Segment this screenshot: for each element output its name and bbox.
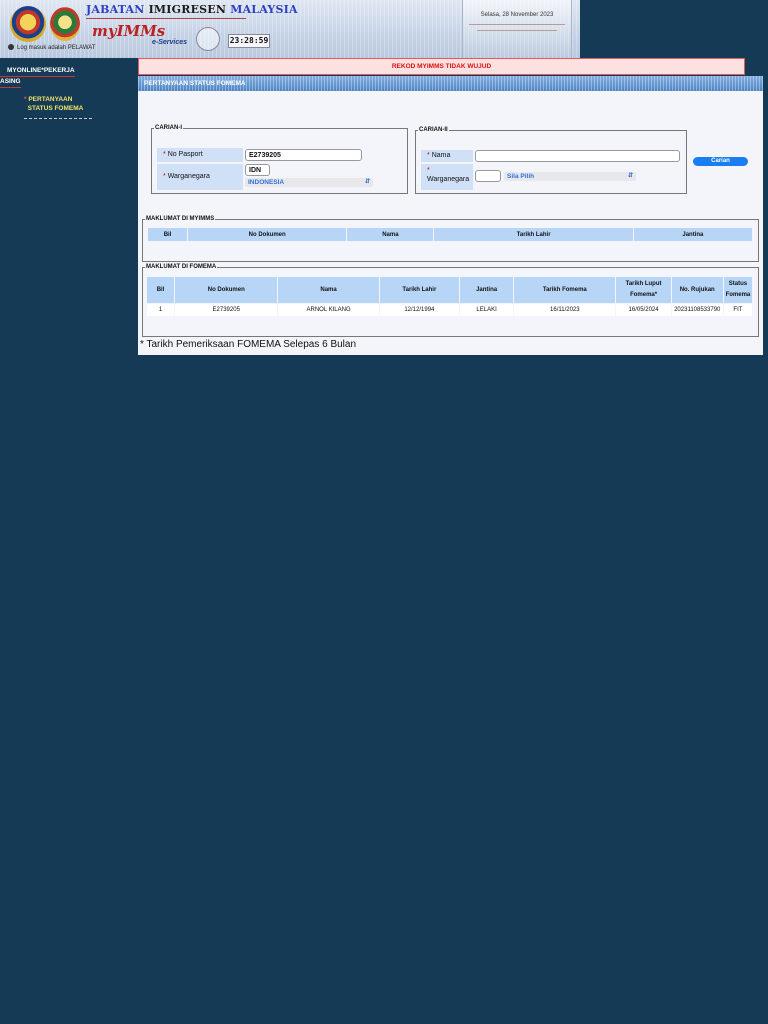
search-panel-2-legend: CARIAN-II: [419, 127, 448, 133]
required-marker: *: [163, 173, 166, 180]
sidebar-heading-line1[interactable]: MYONLINE*PEKERJA: [0, 66, 75, 77]
fomema-table: Bil No Dokumen Nama Tarikh Lahir Jantina…: [146, 276, 753, 317]
column-header: Nama: [278, 277, 379, 303]
column-header: Nama: [347, 228, 434, 241]
table-cell: FIT: [723, 304, 752, 316]
search-button[interactable]: Carian: [693, 157, 748, 166]
myimms-info-legend: MAKLUMAT DI MYIMMS: [146, 216, 215, 222]
table-row: 1 E2739205 ARNOL KILANG 12/12/1994 LELAK…: [147, 304, 752, 316]
app-subtitle: e-Services: [152, 39, 188, 46]
column-header: Tarikh Luput Fomema*: [616, 277, 671, 303]
column-header: Tarikh Lahir: [434, 228, 633, 241]
page-title: PERTANYAAN STATUS FOMEMA: [144, 80, 246, 87]
sidebar-item-label[interactable]: PERTANYAAN: [28, 96, 72, 103]
search-panel-1: CARIAN-I * No Pasport E2739205 * Wargane…: [151, 125, 408, 194]
required-marker: *: [427, 152, 430, 159]
nationality-code-input-2[interactable]: [475, 170, 501, 182]
agency-name: JABATAN IMIGRESEN MALAYSIA: [86, 3, 298, 16]
login-status: Log masuk adalah PELAWAT: [8, 44, 95, 51]
myimms-table: Bil No Dokumen Nama Tarikh Lahir Jantina: [147, 227, 753, 242]
nationality-label: * Warganegara: [157, 164, 243, 190]
agency-word-2: IMIGRESEN: [148, 3, 227, 16]
nationality-label-text: Warganegara: [167, 173, 210, 180]
clock-display: 23:28:59: [228, 34, 270, 48]
nationality-label-2: * Warganegara: [421, 164, 473, 190]
table-cell: 1: [147, 304, 175, 316]
header-banner: JABATAN IMIGRESEN MALAYSIA myIMMs e-Serv…: [0, 0, 580, 58]
column-header: Bil: [147, 277, 175, 303]
main-panel: PERTANYAAN STATUS FOMEMA CARIAN-I * No P…: [138, 76, 763, 355]
user-icon: [8, 44, 14, 50]
nationality-select-value: INDONESIA: [248, 179, 285, 186]
login-status-text: Log masuk adalah PELAWAT: [17, 45, 96, 51]
sidebar-item-label[interactable]: STATUS FOMEMA: [28, 105, 84, 112]
column-header: No. Rujukan: [671, 277, 723, 303]
fomema-info-legend: MAKLUMAT DI FOMEMA: [146, 264, 217, 270]
nationality-select[interactable]: INDONESIA ⇵: [245, 178, 373, 187]
sidebar-item-pertanyaan-status-fomema[interactable]: * PERTANYAAN STATUS FOMEMA: [24, 95, 83, 113]
date-divider: [469, 24, 565, 25]
nationality-select-2-value: Sila Pilih: [507, 173, 535, 180]
name-input[interactable]: [475, 150, 680, 162]
table-cell: 16/11/2023: [514, 304, 616, 316]
passport-input[interactable]: E2739205: [245, 149, 362, 161]
column-header: Tarikh Lahir: [379, 277, 459, 303]
sidebar-heading[interactable]: MYONLINE*PEKERJA ASING: [0, 66, 75, 88]
table-cell: 20231108533790: [671, 304, 723, 316]
select-arrows-icon: ⇵: [364, 179, 370, 185]
date-panel: Selasa, 28 November 2023: [462, 0, 572, 58]
agency-word-3: MALAYSIA: [230, 3, 298, 16]
nationality-label-text: Warganegara: [427, 176, 470, 183]
table-cell: ARNOL KILANG: [278, 304, 379, 316]
nationality-code-input[interactable]: IDN: [245, 164, 270, 176]
app-name: myIMMs: [92, 22, 166, 40]
table-cell: 12/12/1994: [379, 304, 459, 316]
column-header: Tarikh Fomema: [514, 277, 616, 303]
column-header: Jantina: [459, 277, 514, 303]
nationality-select-2[interactable]: Sila Pilih ⇵: [504, 172, 636, 181]
agency-word-1: JABATAN: [86, 3, 145, 16]
footnote: * Tarikh Pemeriksaan FOMEMA Selepas 6 Bu…: [140, 339, 357, 350]
name-label-text: Nama: [431, 152, 451, 159]
sidebar-divider: [24, 118, 92, 119]
sidebar-heading-line2[interactable]: ASING: [0, 77, 21, 88]
required-marker: *: [163, 151, 166, 158]
immigration-crest-icon: [50, 7, 80, 41]
error-banner: REKOD MYIMMS TIDAK WUJUD: [138, 58, 745, 75]
column-header: Status Fomema: [723, 277, 752, 303]
name-label: * Nama: [421, 150, 473, 162]
passport-label-text: No Pasport: [167, 151, 203, 158]
current-date: Selasa, 28 November 2023: [480, 12, 554, 18]
required-marker: *: [427, 167, 430, 174]
clock-icon: [196, 27, 220, 51]
date-divider: [477, 30, 557, 31]
table-cell: 16/05/2024: [616, 304, 671, 316]
select-arrows-icon: ⇵: [627, 173, 633, 179]
bullet-star-icon: *: [24, 96, 27, 103]
page-title-bar: PERTANYAAN STATUS FOMEMA: [138, 76, 763, 91]
search-panel-2: CARIAN-II * Nama * Warganegara Sila Pili…: [415, 127, 687, 194]
table-cell: E2739205: [175, 304, 278, 316]
search-panel-1-legend: CARIAN-I: [155, 125, 182, 131]
coat-of-arms-icon: [10, 6, 46, 42]
column-header: Jantina: [633, 228, 752, 241]
column-header: Bil: [148, 228, 188, 241]
column-header: No Dokumen: [188, 228, 347, 241]
table-cell: LELAKI: [459, 304, 514, 316]
agency-underline: [86, 18, 246, 19]
passport-label: * No Pasport: [157, 148, 243, 162]
column-header: No Dokumen: [175, 277, 278, 303]
